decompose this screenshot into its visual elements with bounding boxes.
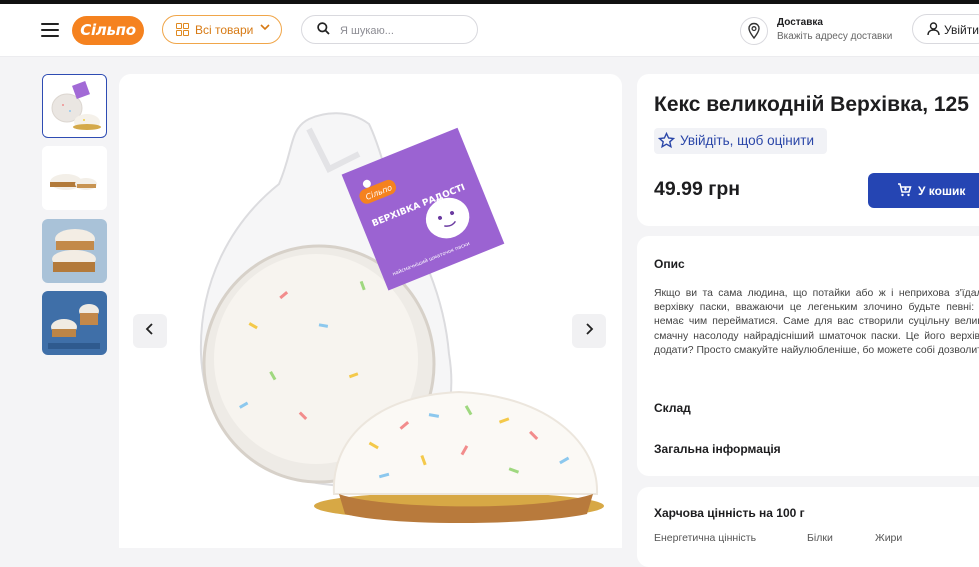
search-box[interactable] bbox=[301, 15, 478, 44]
rate-login-link[interactable]: Увійдіть, щоб оцінити bbox=[654, 128, 827, 154]
add-to-cart-button[interactable]: У кошик bbox=[868, 173, 979, 208]
composition-heading[interactable]: Склад bbox=[654, 401, 691, 415]
search-icon bbox=[317, 22, 330, 35]
product-image: Сільпо ВЕРХІВКА РАДОСТІ найсмачніший шма… bbox=[199, 112, 604, 523]
location-pin-icon bbox=[740, 17, 768, 45]
general-info-heading[interactable]: Загальна інформація bbox=[654, 442, 781, 456]
thumbnail-4[interactable] bbox=[42, 291, 107, 355]
thumbnail-image-1 bbox=[43, 75, 105, 136]
silpo-logo[interactable]: Сільпо bbox=[72, 16, 144, 45]
details-card: Опис Якщо ви та сама людина, що потайки … bbox=[637, 236, 979, 476]
prev-image-button[interactable] bbox=[133, 314, 167, 348]
thumbnail-3[interactable] bbox=[42, 219, 107, 283]
chevron-right-icon bbox=[586, 323, 594, 335]
grid-icon bbox=[176, 23, 189, 36]
product-title: Кекс великодній Верхівка, 125 bbox=[654, 93, 969, 116]
menu-icon[interactable] bbox=[41, 23, 59, 37]
description-heading[interactable]: Опис bbox=[654, 257, 685, 271]
chevron-left-icon bbox=[145, 323, 153, 335]
chevron-down-icon bbox=[260, 22, 270, 35]
thumbnail-image-4 bbox=[42, 291, 107, 355]
rate-login-label: Увійдіть, щоб оцінити bbox=[680, 133, 815, 148]
all-products-label: Всі товари bbox=[195, 23, 254, 37]
user-icon bbox=[927, 22, 940, 36]
login-button[interactable]: Увійти bbox=[912, 14, 979, 44]
login-label: Увійти bbox=[944, 23, 979, 37]
product-price: 49.99 грн bbox=[654, 178, 741, 200]
delivery-title: Доставка bbox=[777, 17, 823, 28]
thumbnail-image-2 bbox=[42, 146, 107, 210]
nutrition-col-protein: Білки bbox=[807, 532, 833, 544]
product-info-card: Кекс великодній Верхівка, 125 Увійдіть, … bbox=[637, 74, 979, 226]
cart-icon bbox=[898, 183, 912, 197]
add-to-cart-label: У кошик bbox=[918, 184, 966, 198]
thumbnail-1[interactable] bbox=[42, 74, 107, 138]
search-input[interactable] bbox=[338, 21, 472, 41]
nutrition-col-fat: Жири bbox=[875, 532, 903, 544]
product-gallery: Сільпо ВЕРХІВКА РАДОСТІ найсмачніший шма… bbox=[119, 74, 622, 548]
site-header: Сільпо Всі товари Доставка Вкажіть адрес… bbox=[0, 4, 979, 57]
star-icon bbox=[658, 132, 675, 149]
description-text: Якщо ви та сама людина, що потайки або ж… bbox=[654, 288, 979, 356]
thumbnail-2[interactable] bbox=[42, 146, 107, 210]
thumbnail-image-3 bbox=[42, 219, 107, 283]
next-image-button[interactable] bbox=[572, 314, 606, 348]
nutrition-card: Харчова цінність на 100 г Енергетична ці… bbox=[637, 487, 979, 567]
delivery-address[interactable]: Доставка Вкажіть адресу доставки bbox=[740, 16, 900, 48]
nutrition-col-energy: Енергетична цінність bbox=[654, 532, 757, 544]
all-products-button[interactable]: Всі товари bbox=[162, 15, 282, 44]
delivery-subtitle: Вкажіть адресу доставки bbox=[777, 31, 893, 42]
nutrition-heading: Харчова цінність на 100 г bbox=[654, 506, 805, 520]
